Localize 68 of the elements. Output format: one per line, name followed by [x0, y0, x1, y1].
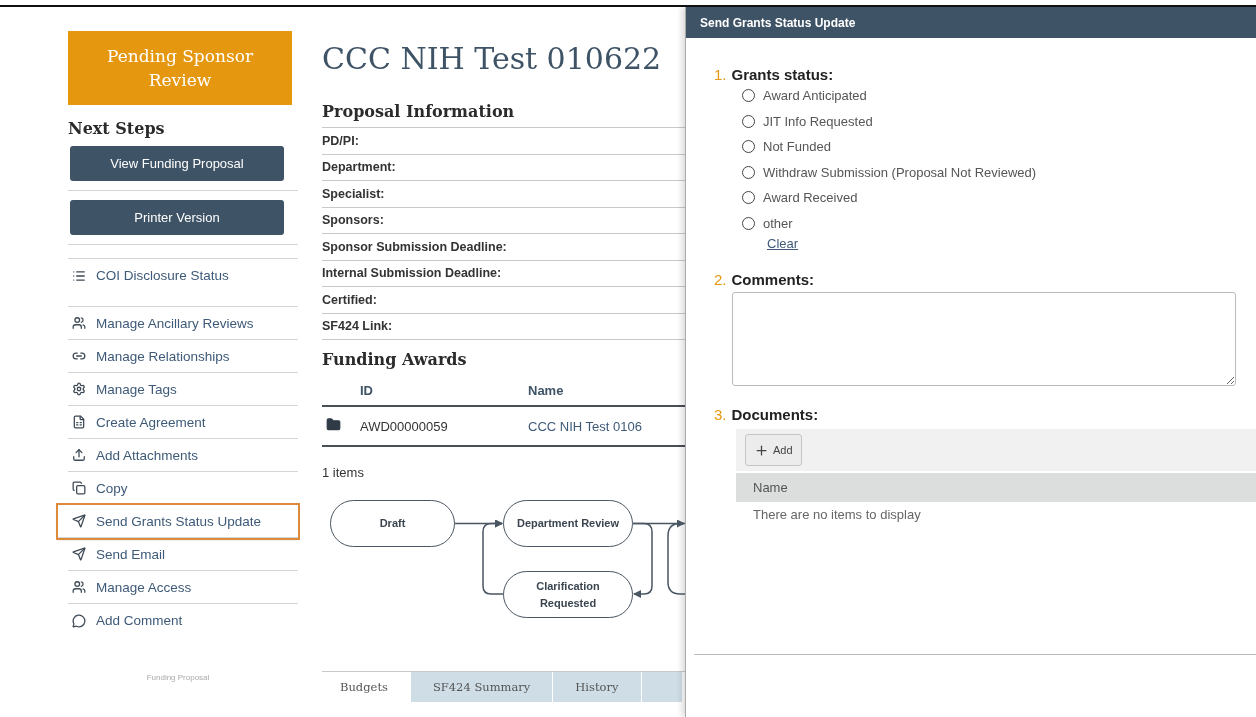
- field-label: Certified:: [322, 292, 377, 307]
- empty-message: There are no items to display: [753, 507, 922, 522]
- question-label: Documents:: [731, 406, 819, 423]
- question-label: Grants status:: [731, 66, 834, 83]
- status-banner: Pending Sponsor Review: [68, 31, 292, 105]
- link-icon: [72, 349, 86, 363]
- field-label: PD/PI:: [322, 133, 359, 148]
- folder-icon: [326, 417, 341, 432]
- plus-icon: [754, 442, 769, 458]
- action-button[interactable]: Printer Version: [70, 200, 284, 235]
- workflow-node: Draft: [330, 500, 455, 547]
- people-icon: [72, 580, 86, 594]
- table-cell: AWD00000059: [360, 418, 448, 434]
- sidebar-item[interactable]: Manage Relationships: [68, 340, 298, 373]
- send-icon: [72, 514, 86, 528]
- sidebar-item[interactable]: Create Agreement: [68, 406, 298, 439]
- add-button[interactable]: Add: [745, 434, 802, 466]
- column-header[interactable]: ID: [360, 382, 373, 398]
- page-title: CCC NIH Test 010622: [322, 41, 663, 76]
- field-label: Department:: [322, 160, 396, 175]
- field-label: Specialist:: [322, 186, 385, 201]
- sidebar-item[interactable]: Add Comment: [68, 604, 298, 637]
- sidebar-item[interactable]: Add Attachments: [68, 439, 298, 472]
- speech-bubble-icon: [72, 613, 86, 628]
- option-label: Award Anticipated: [763, 88, 867, 104]
- question-number: 1.: [714, 66, 727, 83]
- option-label: Withdraw Submission (Proposal Not Reviewed): [763, 164, 1037, 180]
- option-label: Not Funded: [763, 139, 831, 155]
- column-header[interactable]: Name: [736, 473, 1256, 502]
- sidebar-item[interactable]: Copy: [68, 472, 298, 505]
- item-count: 1 items: [322, 465, 365, 480]
- people-icon: [72, 316, 86, 330]
- action-button[interactable]: View Funding Proposal: [70, 146, 284, 181]
- sidebar-item[interactable]: COI Disclosure Status: [68, 259, 298, 292]
- sidebar-item[interactable]: Send Grants Status Update: [58, 505, 298, 538]
- option-label: Award Received: [763, 190, 858, 206]
- workflow-node: Department Review: [503, 500, 633, 547]
- settings-icon: [72, 382, 86, 396]
- tab[interactable]: History: [553, 672, 642, 702]
- list-icon: [72, 268, 86, 283]
- tab[interactable]: SF424 Summary: [410, 672, 554, 702]
- send-icon: [72, 547, 86, 561]
- dialog-title: Send Grants Status Update: [700, 15, 856, 30]
- footer-text: Funding Proposal: [145, 673, 211, 682]
- option-label: JIT Info Requested: [763, 113, 873, 129]
- sidebar-item[interactable]: Manage Ancillary Reviews: [68, 307, 298, 340]
- sidebar-item[interactable]: Manage Tags: [68, 373, 298, 406]
- sidebar-item[interactable]: Manage Access: [68, 571, 298, 604]
- field-label: Sponsor Submission Deadline:: [322, 239, 507, 254]
- upload-icon: [72, 448, 86, 462]
- workflow-node: Clarification Requested: [503, 571, 633, 618]
- field-label: SF424 Link:: [322, 319, 393, 334]
- field-label: Internal Submission Deadline:: [322, 266, 502, 281]
- question-label: Comments:: [731, 271, 815, 288]
- option-label: other: [763, 215, 793, 231]
- award-link[interactable]: CCC NIH Test 0106: [528, 418, 642, 434]
- clear-link[interactable]: Clear: [767, 236, 1256, 251]
- document-icon: [72, 415, 86, 429]
- section-heading: Proposal Information: [322, 102, 516, 121]
- column-header[interactable]: Name: [528, 382, 564, 398]
- section-heading: Funding Awards: [322, 350, 468, 369]
- copy-icon: [72, 481, 86, 495]
- section-heading: Next Steps: [68, 119, 166, 138]
- field-label: Sponsors:: [322, 213, 384, 228]
- question-number: 3.: [714, 406, 727, 423]
- question-number: 2.: [714, 271, 727, 288]
- sidebar-item[interactable]: Send Email: [68, 538, 298, 571]
- comments-field[interactable]: [732, 292, 1236, 386]
